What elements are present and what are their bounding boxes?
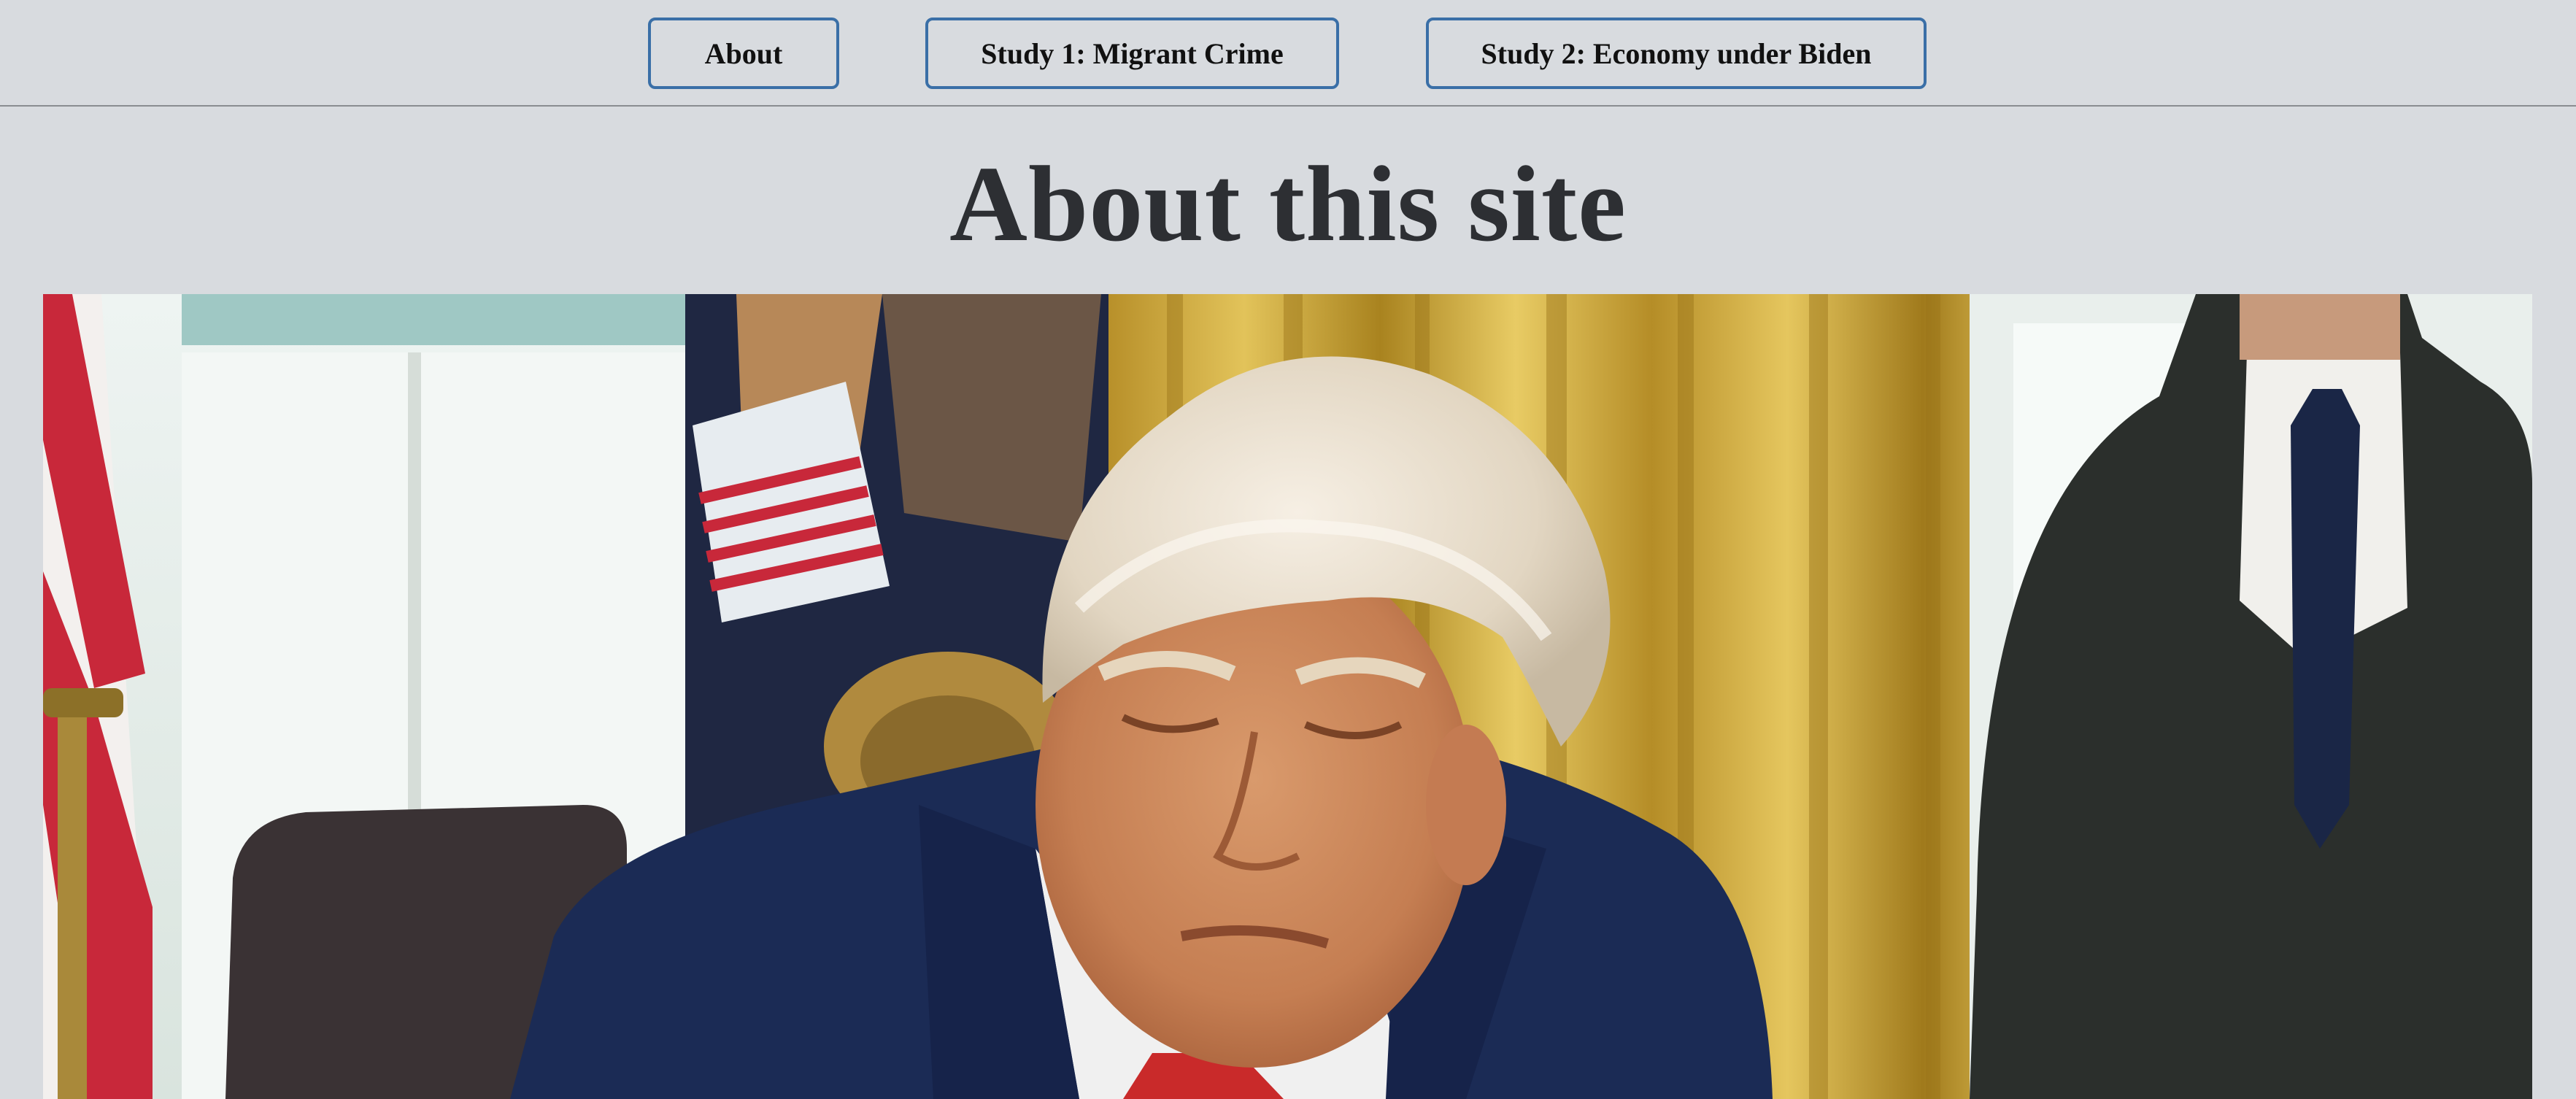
nav-study1-button[interactable]: Study 1: Migrant Crime bbox=[925, 18, 1339, 89]
hero-photo bbox=[43, 294, 2532, 1099]
nav-about-button[interactable]: About bbox=[648, 18, 839, 89]
page-title: About this site bbox=[949, 144, 1627, 264]
top-navigation-bar: About Study 1: Migrant Crime Study 2: Ec… bbox=[0, 0, 2576, 107]
nav-study2-button[interactable]: Study 2: Economy under Biden bbox=[1426, 18, 1927, 89]
